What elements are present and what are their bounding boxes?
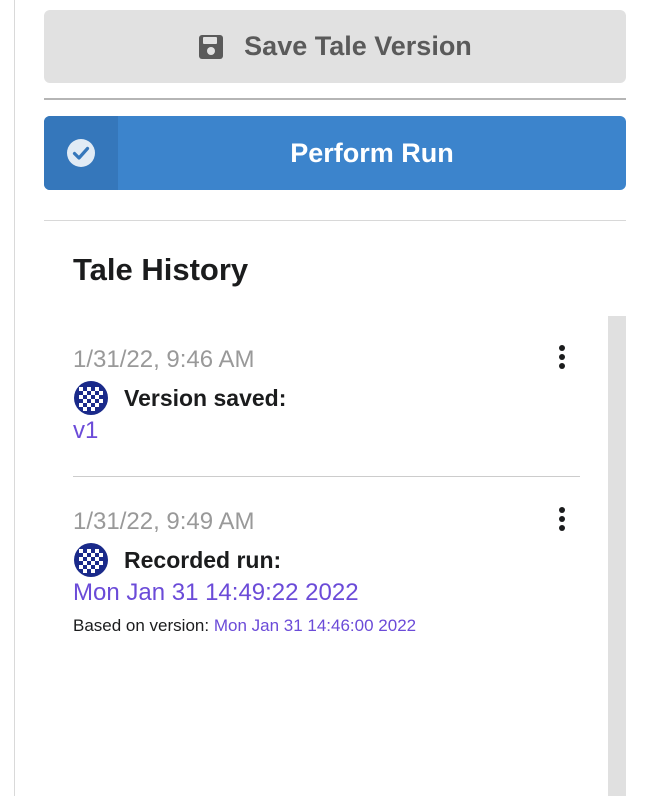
more-vertical-icon[interactable] — [557, 344, 567, 372]
floppy-disk-icon — [198, 34, 224, 60]
entry-timestamp: 1/31/22, 9:49 AM — [73, 508, 255, 535]
tale-history-title: Tale History — [73, 252, 249, 287]
scrollbar-track[interactable] — [608, 316, 626, 796]
entry-action-label: Version saved: — [124, 384, 287, 411]
entry-action-row: Version saved: — [73, 380, 583, 416]
save-tale-version-button[interactable]: Save Tale Version — [44, 10, 626, 83]
perform-run-button[interactable]: Perform Run — [44, 116, 626, 190]
user-avatar — [74, 543, 108, 577]
based-on-label: Based on version: — [73, 616, 210, 635]
version-link[interactable]: v1 — [73, 416, 583, 446]
history-entry: 1/31/22, 9:46 AM Version saved: v1 — [73, 344, 583, 446]
entry-action-row: Recorded run: — [73, 542, 583, 578]
based-on-version-link[interactable]: Mon Jan 31 14:46:00 2022 — [214, 616, 416, 635]
check-circle-icon — [44, 116, 118, 190]
run-link[interactable]: Mon Jan 31 14:49:22 2022 — [73, 578, 583, 608]
perform-run-label: Perform Run — [290, 137, 454, 168]
entry-timestamp: 1/31/22, 9:46 AM — [73, 346, 255, 373]
panel-divider — [14, 0, 15, 796]
tale-panel: Save Tale Version Perform Run Tale Histo… — [0, 0, 648, 796]
divider — [44, 220, 626, 221]
history-entry: 1/31/22, 9:49 AM Recorded run: Mon Jan 3… — [73, 506, 583, 636]
based-on-row: Based on version: Mon Jan 31 14:46:00 20… — [73, 616, 583, 636]
divider — [44, 98, 626, 100]
entry-divider — [73, 476, 580, 477]
save-tale-version-label: Save Tale Version — [244, 31, 472, 61]
more-vertical-icon[interactable] — [557, 506, 567, 534]
user-avatar — [74, 381, 108, 415]
entry-action-label: Recorded run: — [124, 546, 282, 573]
